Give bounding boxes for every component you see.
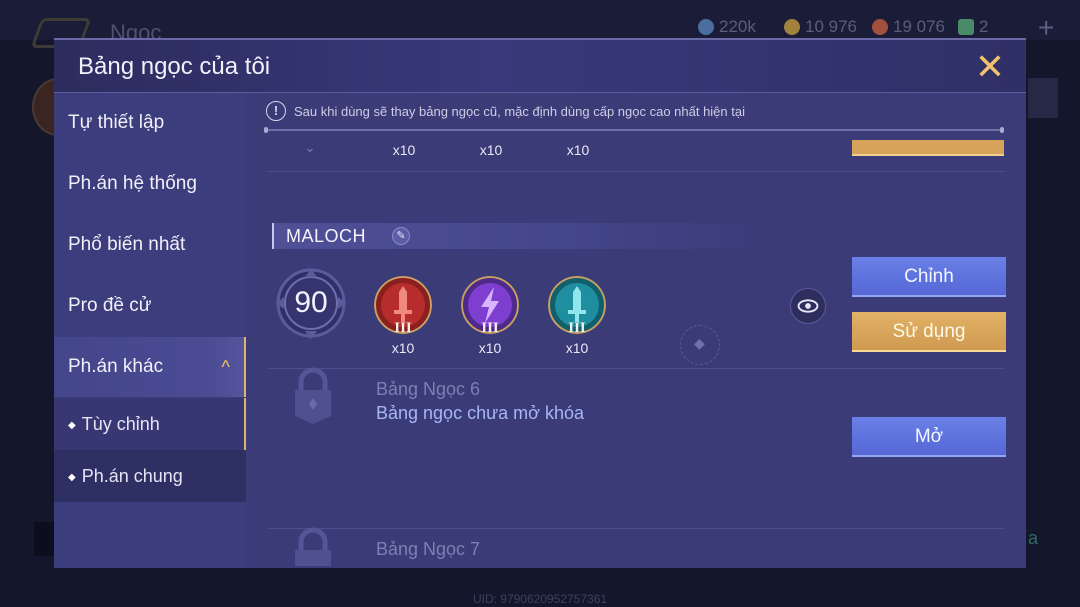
modal-header: Bảng ngọc của tôi ✕ <box>54 40 1026 93</box>
lock-icon <box>295 527 331 566</box>
resource-value: 10 976 <box>805 17 857 36</box>
resource-green-card: 2 <box>958 17 988 37</box>
sidebar-item-other-plans[interactable]: Ph.án khác ^ <box>54 337 246 397</box>
sidebar-subitem-shared[interactable]: ◆ Ph.án chung <box>54 450 246 502</box>
rune-set-name-bar: MALOCH ✎ <box>272 223 772 249</box>
rune-quantity: x10 <box>392 142 416 158</box>
sidebar-subitem-label: Tùy chỉnh <box>81 414 160 434</box>
resource-value: 2 <box>979 17 989 36</box>
sidebar-subitem-label: Ph.án chung <box>81 466 183 486</box>
exclamation-icon: ! <box>266 101 286 121</box>
rune-tier: III <box>481 320 499 336</box>
rune-level: 90 <box>294 286 328 319</box>
resource-value: 220k <box>719 17 756 36</box>
close-button[interactable]: ✕ <box>972 49 1008 86</box>
resource-value: 19 076 <box>893 17 945 36</box>
resource-gold-coin: 10 976 <box>784 17 857 37</box>
use-button-partial[interactable] <box>852 140 1004 156</box>
eye-icon[interactable] <box>790 288 826 324</box>
green-card-icon <box>958 19 974 35</box>
rune-quantity: x10 <box>479 142 503 158</box>
rune-quantity: x10 <box>478 340 502 356</box>
use-button[interactable]: Sử dụng <box>852 312 1006 352</box>
rune-list[interactable]: ! Sau khi dùng sẽ thay bảng ngọc cũ, mặc… <box>246 93 1026 568</box>
rune-tier: III <box>394 320 412 336</box>
notice: ! Sau khi dùng sẽ thay bảng ngọc cũ, mặc… <box>266 101 745 121</box>
sidebar-item-label: Ph.án hệ thống <box>68 173 197 194</box>
rune-quantity: x10 <box>391 340 415 356</box>
sidebar-item-label: Tự thiết lập <box>68 112 165 133</box>
sidebar-item-system-plan[interactable]: Ph.án hệ thống <box>54 154 246 214</box>
red-gem-icon <box>872 19 888 35</box>
rune-quantity: x10 <box>565 340 589 356</box>
sidebar-item-label: Ph.án khác <box>68 356 164 377</box>
sidebar-subitem-custom[interactable]: ◆ Tùy chỉnh <box>54 398 246 450</box>
scrollbar[interactable] <box>264 127 1004 133</box>
uid-text: UID: 9790620952757361 <box>472 592 608 606</box>
sidebar-item-custom-setup[interactable]: Tự thiết lập <box>54 93 246 153</box>
add-resource-icon[interactable]: + <box>1038 12 1054 44</box>
sidebar: Tự thiết lập Ph.án hệ thống Phổ biến nhấ… <box>54 93 246 568</box>
chevron-down-icon: ⌄ <box>304 139 316 155</box>
blue-gem-icon <box>698 19 714 35</box>
gold-coin-icon <box>784 19 800 35</box>
locked-set-title: Bảng Ngọc 6 <box>376 379 481 399</box>
crosshair-icon: ◆ <box>680 325 720 365</box>
bullet-icon: ◆ <box>68 420 76 431</box>
lock-icon <box>295 367 331 424</box>
sidebar-item-most-popular[interactable]: Phổ biến nhất <box>54 215 246 275</box>
rune-tier: III <box>568 320 586 336</box>
sidebar-item-label: Pro đề cử <box>68 295 152 316</box>
background-label: a <box>1028 528 1039 548</box>
divider <box>268 171 1004 172</box>
resource-blue-gem: 220k <box>698 17 756 37</box>
notice-text: Sau khi dùng sẽ thay bảng ngọc cũ, mặc đ… <box>294 103 745 119</box>
rune-page-modal: Bảng ngọc của tôi ✕ Tự thiết lập Ph.án h… <box>54 38 1026 568</box>
sidebar-item-label: Phổ biến nhất <box>68 234 186 255</box>
edit-button[interactable]: Chỉnh <box>852 257 1006 297</box>
locked-set-subtitle: Bảng ngọc chưa mở khóa <box>376 403 584 423</box>
modal-title: Bảng ngọc của tôi <box>78 53 271 80</box>
pencil-icon[interactable]: ✎ <box>392 227 410 245</box>
rune-quantity: x10 <box>566 142 590 158</box>
bullet-icon: ◆ <box>68 472 76 483</box>
rune-set-name: MALOCH <box>286 226 367 246</box>
locked-set-title: Bảng Ngọc 7 <box>376 539 481 559</box>
divider <box>268 528 1004 529</box>
background-panel <box>1028 78 1058 118</box>
chevron-up-icon: ^ <box>221 357 230 377</box>
sidebar-item-pro-recommended[interactable]: Pro đề cử <box>54 276 246 336</box>
unlock-button[interactable]: Mở <box>852 417 1006 457</box>
divider <box>268 368 1004 369</box>
resource-red-gem: 19 076 <box>872 17 945 37</box>
